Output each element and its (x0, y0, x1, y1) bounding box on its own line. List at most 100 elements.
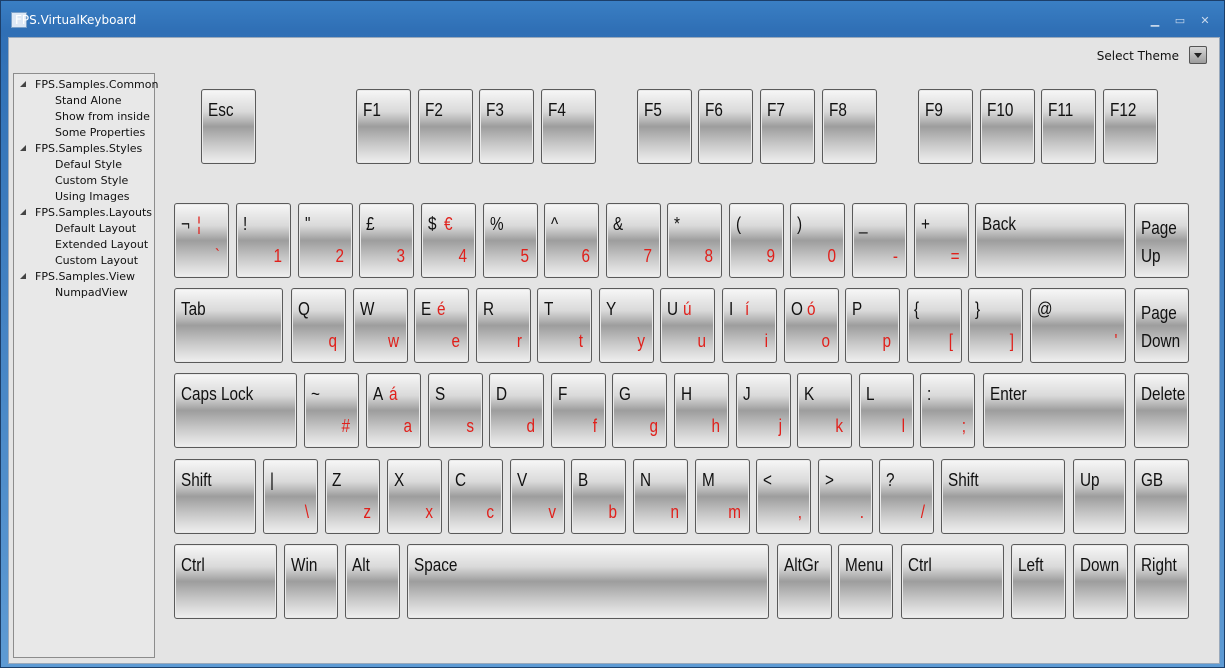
key-menu[interactable]: Menu (838, 544, 893, 619)
select-theme-dropdown-button[interactable] (1189, 46, 1207, 64)
key-f1[interactable]: F1 (356, 89, 411, 164)
expand-arrow-icon[interactable] (20, 145, 26, 151)
key-row4-0[interactable]: | \ (263, 459, 318, 534)
key-row4-7[interactable]: Mm (695, 459, 750, 534)
key-f12[interactable]: F12 (1103, 89, 1158, 164)
tree-item-default-layout[interactable]: Default Layout (55, 222, 136, 235)
key-ctrl-right[interactable]: Ctrl (901, 544, 1004, 619)
key-row2-11[interactable]: }] (968, 288, 1023, 363)
key-row2-0[interactable]: Qq (291, 288, 346, 363)
minimize-icon[interactable]: ▁ (1147, 15, 1163, 27)
close-icon[interactable]: ✕ (1197, 15, 1213, 27)
key-f10[interactable]: F10 (980, 89, 1035, 164)
key-row2-3[interactable]: Rr (476, 288, 531, 363)
key-row2-9[interactable]: Pp (845, 288, 900, 363)
key-row4-4[interactable]: Vv (510, 459, 565, 534)
key-f8[interactable]: F8 (822, 89, 877, 164)
tree-item-extended-layout[interactable]: Extended Layout (55, 238, 148, 251)
key-row2-1[interactable]: Ww (353, 288, 408, 363)
tree-item-default-style[interactable]: Defaul Style (55, 158, 122, 171)
key-row1-0[interactable]: ¬ ¦ ` (174, 203, 229, 278)
key-row1-4[interactable]: $ €4 (421, 203, 476, 278)
key-row1-7[interactable]: & 7 (606, 203, 661, 278)
key-row4-10[interactable]: ? / (879, 459, 934, 534)
key-up[interactable]: Up (1073, 459, 1126, 534)
key-row3-3[interactable]: Dd (489, 373, 544, 448)
key-row2-8[interactable]: Oóo (784, 288, 839, 363)
key-row3-1[interactable]: Aáa (366, 373, 421, 448)
key-f5[interactable]: F5 (637, 89, 692, 164)
key-row1-9[interactable]: (9 (729, 203, 784, 278)
key-row1-11[interactable]: _ - (852, 203, 907, 278)
expand-arrow-icon[interactable] (20, 209, 26, 215)
tree-item-stand-alone[interactable]: Stand Alone (55, 94, 122, 107)
key-f2[interactable]: F2 (418, 89, 473, 164)
key-row4-5[interactable]: Bb (571, 459, 626, 534)
key-row4-2[interactable]: Xx (387, 459, 442, 534)
key-row4-3[interactable]: Cc (448, 459, 503, 534)
key-f4[interactable]: F4 (541, 89, 596, 164)
key-gb[interactable]: GB (1134, 459, 1189, 534)
key-row1-12[interactable]: + = (914, 203, 969, 278)
tree-item-using-images[interactable]: Using Images (55, 190, 129, 203)
maximize-icon[interactable]: ▭ (1172, 15, 1188, 27)
key-row3-4[interactable]: Ff (551, 373, 606, 448)
key-at[interactable]: @ ' (1030, 288, 1126, 363)
key-alt[interactable]: Alt (345, 544, 400, 619)
key-row4-1[interactable]: Zz (325, 459, 380, 534)
title-bar[interactable]: FPS.VirtualKeyboard ▁ ▭ ✕ (1, 1, 1224, 37)
key-tab[interactable]: Tab (174, 288, 283, 363)
key-right[interactable]: Right (1134, 544, 1189, 619)
key-row1-2[interactable]: " 2 (298, 203, 353, 278)
key-f7[interactable]: F7 (760, 89, 815, 164)
tree-item-some-properties[interactable]: Some Properties (55, 126, 145, 139)
tree-group-view[interactable]: FPS.Samples.View (35, 270, 135, 283)
key-delete[interactable]: Delete (1134, 373, 1189, 448)
key-esc[interactable]: Esc (201, 89, 256, 164)
key-row1-1[interactable]: ! 1 (236, 203, 291, 278)
tree-group-layouts[interactable]: FPS.Samples.Layouts (35, 206, 152, 219)
key-f11[interactable]: F11 (1041, 89, 1096, 164)
key-row2-4[interactable]: Tt (537, 288, 592, 363)
key-row2-10[interactable]: {[ (907, 288, 962, 363)
key-row2-5[interactable]: Yy (599, 288, 654, 363)
key-row1-8[interactable]: * 8 (667, 203, 722, 278)
key-down[interactable]: Down (1073, 544, 1128, 619)
key-shift-right[interactable]: Shift (941, 459, 1065, 534)
key-shift-left[interactable]: Shift (174, 459, 256, 534)
tree-item-custom-layout[interactable]: Custom Layout (55, 254, 138, 267)
key-win[interactable]: Win (284, 544, 338, 619)
tree-group-styles[interactable]: FPS.Samples.Styles (35, 142, 142, 155)
key-row1-10[interactable]: ) 0 (790, 203, 845, 278)
key-row3-9[interactable]: Ll (859, 373, 914, 448)
key-enter[interactable]: Enter (983, 373, 1126, 448)
key-row3-2[interactable]: Ss (428, 373, 483, 448)
key-row3-5[interactable]: Gg (612, 373, 667, 448)
key-page-down[interactable]: Page Down (1134, 288, 1189, 363)
tree-item-numpad-view[interactable]: NumpadView (55, 286, 128, 299)
key-f3[interactable]: F3 (479, 89, 534, 164)
key-row1-3[interactable]: £3 (359, 203, 414, 278)
tree-group-common[interactable]: FPS.Samples.Common (35, 78, 158, 91)
key-row3-0[interactable]: ~ # (304, 373, 359, 448)
key-f9[interactable]: F9 (918, 89, 973, 164)
key-page-up[interactable]: Page Up (1134, 203, 1189, 278)
key-row3-10[interactable]: :; (920, 373, 975, 448)
key-row3-6[interactable]: Hh (674, 373, 729, 448)
key-row3-7[interactable]: Jj (736, 373, 791, 448)
expand-arrow-icon[interactable] (20, 273, 26, 279)
tree-item-show-from-inside[interactable]: Show from inside (55, 110, 150, 123)
key-ctrl-left[interactable]: Ctrl (174, 544, 277, 619)
key-row2-7[interactable]: Iíi (722, 288, 777, 363)
expand-arrow-icon[interactable] (20, 81, 26, 87)
key-space[interactable]: Space (407, 544, 769, 619)
key-row4-9[interactable]: >. (818, 459, 873, 534)
key-row1-6[interactable]: ^ 6 (544, 203, 599, 278)
key-row2-6[interactable]: Uúu (660, 288, 715, 363)
key-row2-2[interactable]: Eée (414, 288, 469, 363)
key-row4-6[interactable]: Nn (633, 459, 688, 534)
key-f6[interactable]: F6 (698, 89, 753, 164)
key-row4-8[interactable]: <, (756, 459, 811, 534)
tree-item-custom-style[interactable]: Custom Style (55, 174, 128, 187)
key-row3-8[interactable]: Kk (797, 373, 852, 448)
